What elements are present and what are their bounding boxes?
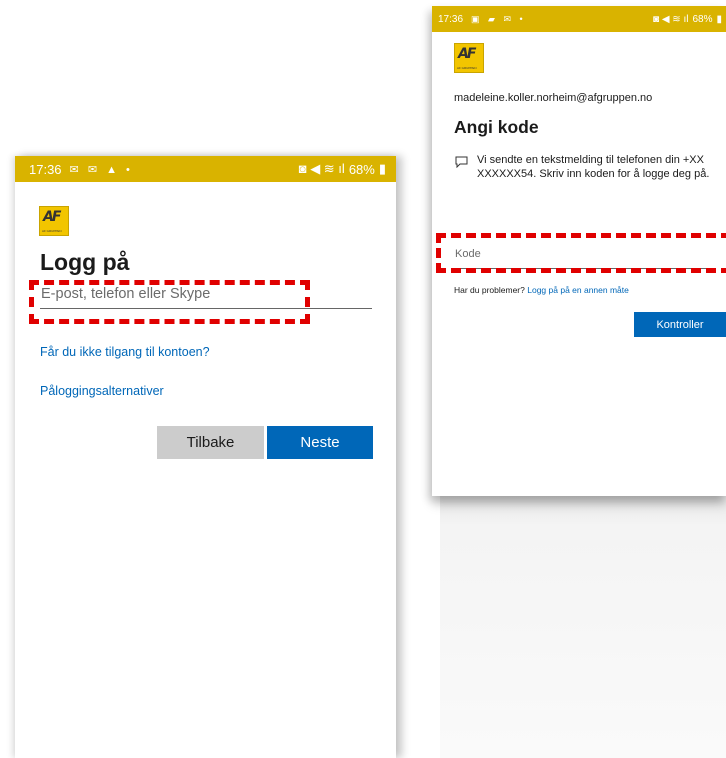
signal-icon: ◙ ◀ ≋ ıl	[653, 13, 689, 25]
signal-icon: ◙ ◀ ≋ ıl	[298, 161, 345, 176]
alternate-signin-link[interactable]: Logg på på en annen måte	[527, 285, 629, 295]
battery-level: 68%	[348, 161, 375, 177]
page-title: Angi kode	[454, 117, 539, 137]
notification-icons: ✉ ✉ ▲ •	[69, 163, 133, 176]
phone-shadow	[440, 496, 726, 758]
battery-icon: ▮	[716, 13, 722, 25]
status-time: 17:36	[438, 13, 464, 25]
message-icon	[455, 155, 468, 173]
back-button[interactable]: Tilbake	[157, 426, 264, 459]
verify-button[interactable]: Kontroller	[634, 312, 726, 337]
highlight-box	[29, 280, 310, 324]
next-button[interactable]: Neste	[267, 426, 373, 459]
sign-in-screen: 17:36 ✉ ✉ ▲ • ◙ ◀ ≋ ıl 68% ▮ AF AF GRUPP…	[15, 156, 396, 758]
no-access-link[interactable]: Får du ikke tilgang til kontoen?	[40, 345, 210, 359]
sms-message: Vi sendte en tekstmelding til telefonen …	[477, 154, 710, 180]
status-bar: 17:36 ✉ ✉ ▲ • ◙ ◀ ≋ ıl 68% ▮	[15, 156, 396, 182]
battery-level: 68%	[692, 13, 713, 25]
highlight-box	[436, 233, 726, 273]
account-email: madeleine.koller.norheim@afgruppen.no	[454, 92, 653, 104]
problem-text: Har du problemer?	[454, 285, 525, 295]
problem-row: Har du problemer? Logg på på en annen må…	[454, 285, 629, 295]
af-logo: AF AF GRUPPEN	[454, 43, 484, 73]
status-time: 17:36	[29, 161, 62, 177]
status-bar: 17:36 ▣ ▰ ✉ • ◙ ◀ ≋ ıl 68% ▮	[432, 6, 726, 32]
signin-options-link[interactable]: Påloggingsalternativer	[40, 384, 164, 398]
enter-code-screen: 17:36 ▣ ▰ ✉ • ◙ ◀ ≋ ıl 68% ▮ AF AF GRUPP…	[432, 6, 726, 496]
af-logo: AF AF GRUPPEN	[39, 206, 69, 236]
page-title: Logg på	[40, 249, 130, 275]
battery-icon: ▮	[378, 161, 386, 176]
notification-icons: ▣ ▰ ✉ •	[471, 13, 526, 24]
